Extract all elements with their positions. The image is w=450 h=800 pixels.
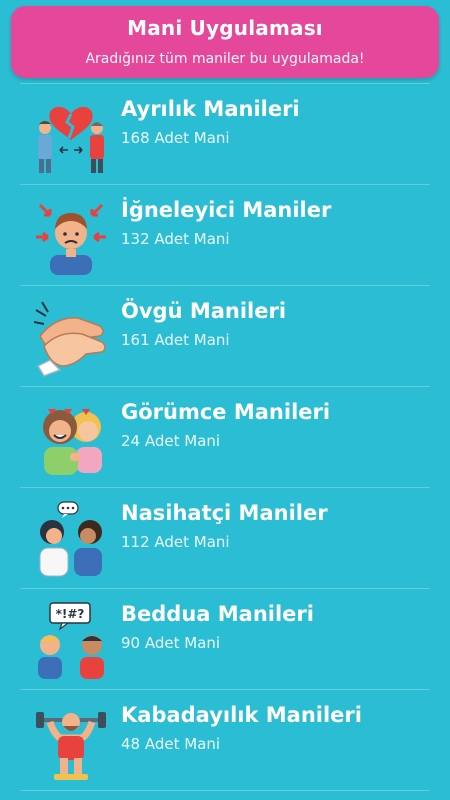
category-count: 24 Adet Mani xyxy=(121,432,221,450)
app-subtitle: Aradığınız tüm maniler bu uygulamada! xyxy=(85,51,365,67)
category-count: 161 Adet Mani xyxy=(121,331,230,349)
app-title: Mani Uygulaması xyxy=(127,16,323,40)
cursing-people-icon: *!#? xyxy=(30,599,112,681)
stressed-person-icon xyxy=(30,195,112,277)
category-title: Kabadayılık Manileri xyxy=(121,703,362,727)
category-item-beddua[interactable]: *!#? Beddua Manileri 90 Adet Mani xyxy=(20,588,430,689)
two-women-icon xyxy=(30,397,112,479)
app-header: Mani Uygulaması Aradığınız tüm maniler b… xyxy=(11,6,439,78)
category-item-ovgu[interactable]: Övgü Manileri 161 Adet Mani xyxy=(20,285,430,386)
conversation-icon xyxy=(30,498,112,580)
category-item-nasihatci[interactable]: Nasihatçi Maniler 112 Adet Mani xyxy=(20,487,430,588)
category-item-kabadayilik[interactable]: Kabadayılık Manileri 48 Adet Mani xyxy=(20,689,430,791)
heartbreak-couple-icon xyxy=(30,94,112,176)
category-item-igneleyici[interactable]: İğneleyici Maniler 132 Adet Mani xyxy=(20,184,430,285)
category-title: İğneleyici Maniler xyxy=(121,198,332,222)
category-item-gorumce[interactable]: Görümce Manileri 24 Adet Mani xyxy=(20,386,430,487)
strongman-icon xyxy=(30,700,112,782)
category-title: Nasihatçi Maniler xyxy=(121,501,328,525)
category-count: 48 Adet Mani xyxy=(121,735,221,753)
category-count: 132 Adet Mani xyxy=(121,230,230,248)
category-count: 90 Adet Mani xyxy=(121,634,221,652)
svg-text:*!#?: *!#? xyxy=(56,607,85,621)
category-item-ayrilik[interactable]: Ayrılık Manileri 168 Adet Mani xyxy=(20,83,430,184)
category-title: Övgü Manileri xyxy=(121,299,287,323)
category-count: 168 Adet Mani xyxy=(121,129,230,147)
category-list: Ayrılık Manileri 168 Adet Mani İğneleyic… xyxy=(20,83,430,791)
category-title: Beddua Manileri xyxy=(121,602,314,626)
category-title: Görümce Manileri xyxy=(121,400,331,424)
category-title: Ayrılık Manileri xyxy=(121,97,300,121)
clapping-hands-icon xyxy=(30,296,112,378)
category-count: 112 Adet Mani xyxy=(121,533,230,551)
